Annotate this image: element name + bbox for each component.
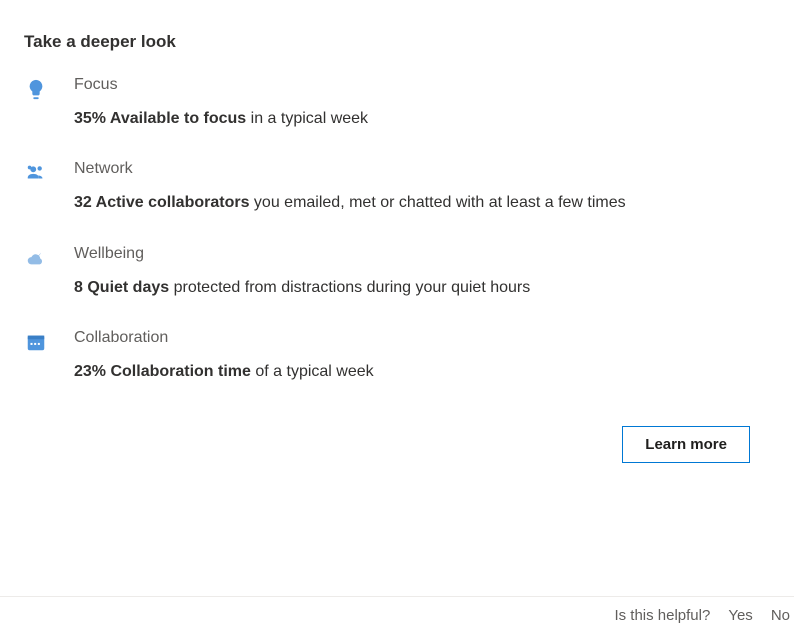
insight-metric: 8 Quiet days — [74, 279, 169, 296]
insight-label: Focus — [74, 76, 774, 94]
insight-metric: 23% Collaboration time — [74, 363, 251, 380]
insight-label: Network — [74, 160, 774, 178]
insight-detail: 32 Active collaborators you emailed, met… — [74, 192, 774, 214]
feedback-yes-link[interactable]: Yes — [728, 607, 752, 624]
people-icon — [20, 160, 52, 184]
insight-text: of a typical week — [251, 363, 374, 380]
insight-label: Collaboration — [74, 329, 774, 347]
insight-detail: 8 Quiet days protected from distractions… — [74, 277, 774, 299]
feedback-prompt: Is this helpful? — [614, 607, 710, 624]
feedback-footer: Is this helpful? Yes No — [0, 596, 794, 632]
deeper-look-panel: Take a deeper look Focus 35% Available t… — [0, 0, 794, 463]
insight-body: Network 32 Active collaborators you emai… — [74, 160, 774, 214]
insight-detail: 35% Available to focus in a typical week — [74, 108, 774, 130]
learn-more-wrap: Learn more — [20, 426, 774, 463]
insight-label: Wellbeing — [74, 245, 774, 263]
learn-more-button[interactable]: Learn more — [622, 426, 750, 463]
insight-item-collaboration: Collaboration 23% Collaboration time of … — [20, 329, 774, 383]
insight-text: protected from distractions during your … — [169, 279, 530, 296]
cloud-moon-icon — [20, 245, 52, 269]
insight-detail: 23% Collaboration time of a typical week — [74, 361, 774, 383]
insight-metric: 32 Active collaborators — [74, 194, 249, 211]
section-title: Take a deeper look — [24, 32, 774, 52]
lightbulb-icon — [20, 76, 52, 100]
insight-body: Wellbeing 8 Quiet days protected from di… — [74, 245, 774, 299]
feedback-no-link[interactable]: No — [771, 607, 790, 624]
insight-text: you emailed, met or chatted with at leas… — [249, 194, 625, 211]
calendar-icon — [20, 329, 52, 353]
insight-item-wellbeing: Wellbeing 8 Quiet days protected from di… — [20, 245, 774, 299]
insight-metric: 35% Available to focus — [74, 110, 246, 127]
insight-item-network: Network 32 Active collaborators you emai… — [20, 160, 774, 214]
insight-body: Collaboration 23% Collaboration time of … — [74, 329, 774, 383]
insight-body: Focus 35% Available to focus in a typica… — [74, 76, 774, 130]
insight-item-focus: Focus 35% Available to focus in a typica… — [20, 76, 774, 130]
insight-text: in a typical week — [246, 110, 368, 127]
